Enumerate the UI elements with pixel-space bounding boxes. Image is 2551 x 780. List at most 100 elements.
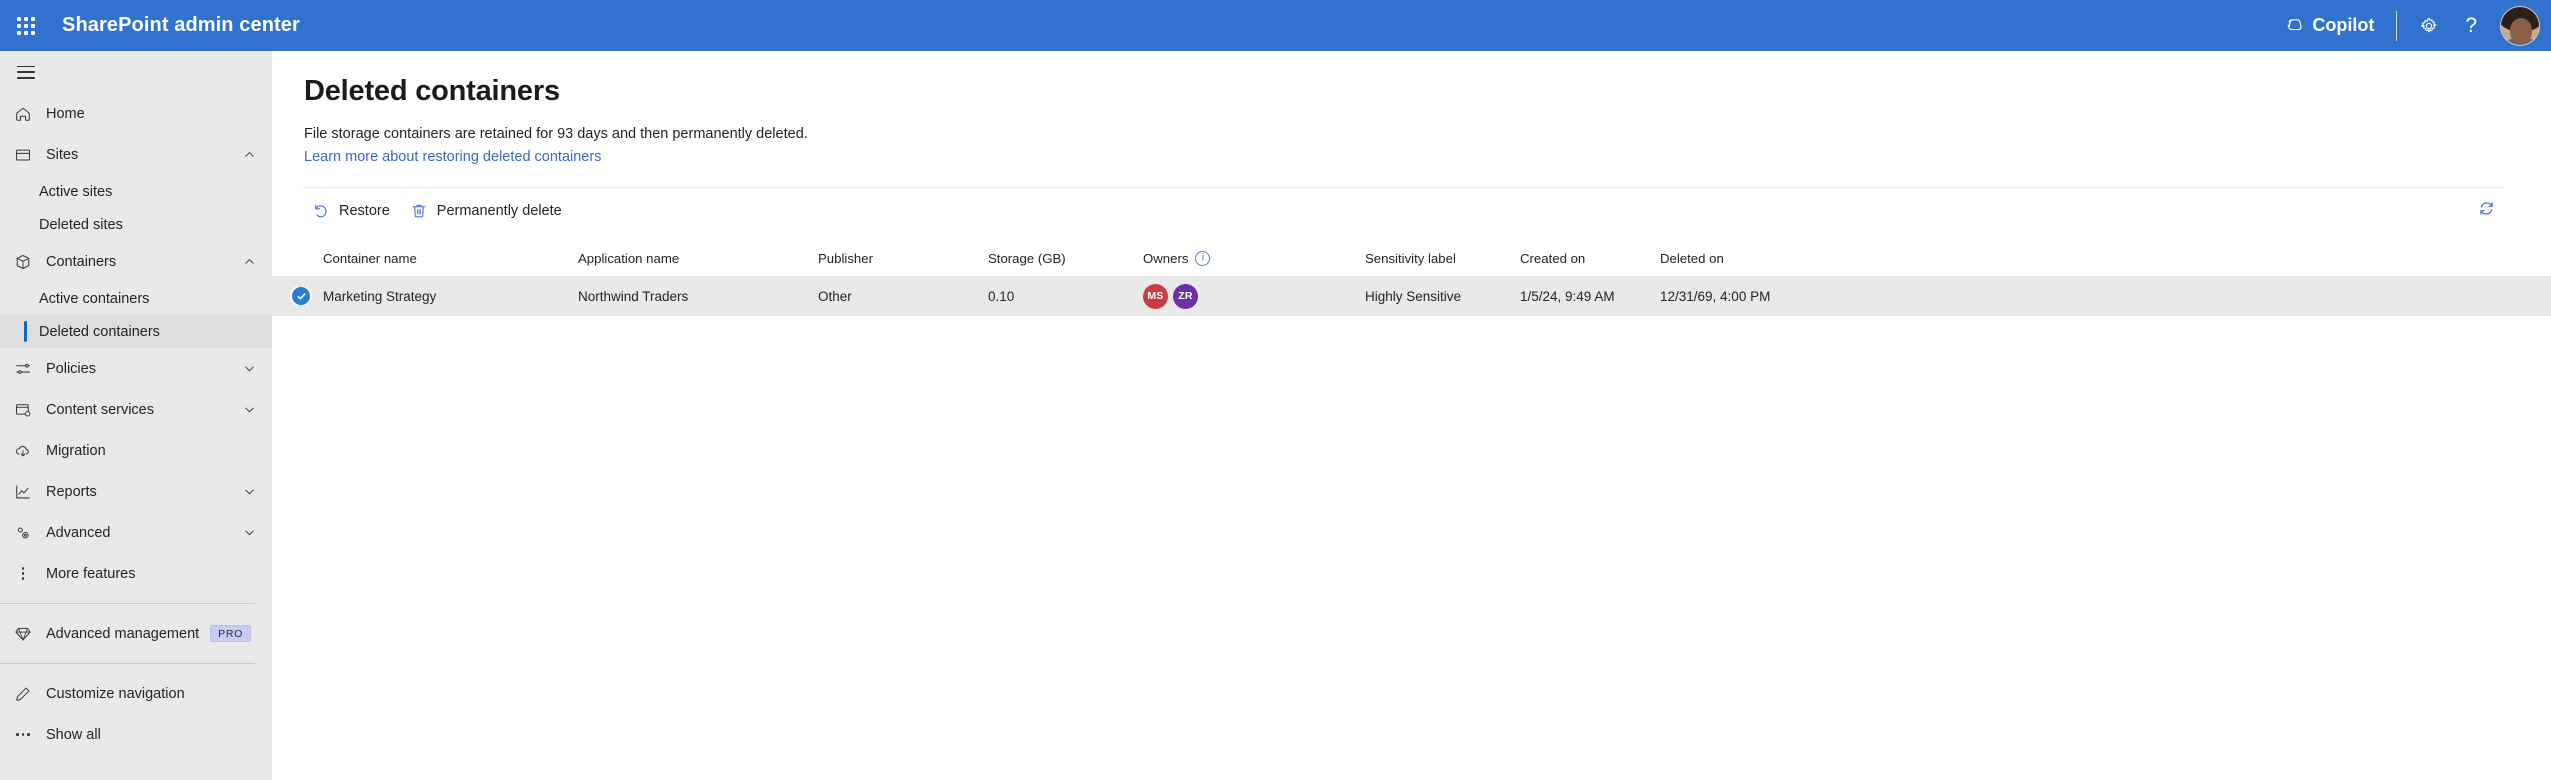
sidebar-item-policies[interactable]: Policies: [0, 348, 272, 389]
column-header-created-on[interactable]: Created on: [1520, 251, 1660, 266]
column-header-owners[interactable]: Owners i: [1143, 251, 1365, 267]
column-header-publisher[interactable]: Publisher: [818, 251, 988, 266]
column-header-container-name[interactable]: Container name: [323, 251, 578, 266]
owner-avatar[interactable]: ZR: [1173, 283, 1198, 309]
sidebar-item-label: Advanced management: [46, 625, 200, 642]
sidebar-item-label: More features: [46, 565, 136, 582]
learn-more-link[interactable]: Learn more about restoring deleted conta…: [304, 147, 601, 168]
sidebar-item-label: Reports: [46, 483, 97, 500]
reports-chart-icon: [0, 483, 46, 501]
nav-divider-bottom: [0, 663, 255, 664]
settings-button[interactable]: [2406, 0, 2452, 51]
header-actions: Copilot ?: [2272, 0, 2551, 51]
advanced-gears-icon: [0, 524, 46, 542]
sidebar-item-label: Policies: [46, 360, 96, 377]
permanently-delete-button[interactable]: Permanently delete: [400, 192, 572, 230]
sidebar-item-label: Content services: [46, 401, 154, 418]
column-header-storage[interactable]: Storage (GB): [988, 251, 1143, 266]
chevron-down-icon[interactable]: [243, 485, 256, 498]
sidebar-item-advanced-management[interactable]: Advanced management PRO: [0, 613, 272, 654]
question-mark-icon: ?: [2465, 14, 2477, 37]
trash-can-icon: [410, 202, 428, 220]
row-checkbox[interactable]: [286, 287, 323, 306]
cell-created-on: 1/5/24, 9:49 AM: [1520, 288, 1615, 304]
sidebar-item-home[interactable]: Home: [0, 93, 272, 134]
copilot-button[interactable]: Copilot: [2272, 0, 2387, 51]
chevron-up-icon[interactable]: [243, 148, 256, 161]
policies-sliders-icon: [0, 360, 46, 378]
containers-table: Container name Application name Publishe…: [272, 242, 2551, 317]
sidebar-item-content-services[interactable]: Content services: [0, 389, 272, 430]
sidebar-item-deleted-containers[interactable]: Deleted containers: [0, 315, 272, 348]
command-bar-wrapper: Restore Permanently delete: [272, 187, 2551, 234]
sidebar-item-active-containers[interactable]: Active containers: [0, 282, 272, 315]
sidebar-item-label: Active sites: [39, 183, 113, 200]
app-title[interactable]: SharePoint admin center: [62, 14, 300, 37]
permanently-delete-label: Permanently delete: [436, 203, 562, 220]
content-services-icon: [0, 401, 46, 419]
more-horizontal-dots-icon: [0, 733, 46, 736]
restore-label: Restore: [339, 203, 390, 220]
column-header-deleted-on[interactable]: Deleted on: [1660, 251, 1890, 266]
sidebar-item-deleted-sites[interactable]: Deleted sites: [0, 208, 272, 241]
sidebar-item-active-sites[interactable]: Active sites: [0, 175, 272, 208]
user-avatar[interactable]: [2500, 5, 2540, 46]
table-row[interactable]: Marketing Strategy Northwind Traders Oth…: [272, 276, 2551, 317]
sidebar-item-customize-navigation[interactable]: Customize navigation: [0, 673, 272, 714]
sidebar-item-label: Advanced: [46, 524, 111, 541]
sidebar-item-label: Active containers: [39, 290, 150, 307]
containers-box-icon: [0, 253, 46, 271]
chevron-up-icon[interactable]: [243, 255, 256, 268]
sidebar-item-more-features[interactable]: More features: [0, 553, 272, 594]
sidebar-item-advanced[interactable]: Advanced: [0, 512, 272, 553]
page-header: Deleted containers File storage containe…: [272, 51, 2551, 168]
sidebar-item-label: Containers: [46, 253, 117, 270]
copilot-icon: [2285, 16, 2304, 35]
owners-persona-group: MS ZR: [1143, 283, 1198, 309]
info-circle-icon[interactable]: i: [1195, 251, 1211, 267]
column-header-sensitivity-label[interactable]: Sensitivity label: [1365, 251, 1520, 266]
cell-owners: MS ZR: [1143, 283, 1365, 309]
sidebar-item-label: Deleted sites: [39, 216, 123, 233]
chevron-down-icon[interactable]: [243, 526, 256, 539]
cell-container-name[interactable]: Marketing Strategy: [323, 289, 578, 304]
column-header-application-name[interactable]: Application name: [578, 251, 818, 266]
home-icon: [0, 105, 46, 123]
nav-divider-top: [0, 603, 255, 604]
column-header-owners-label: Owners: [1143, 251, 1189, 267]
more-vertical-dots-icon: [0, 567, 46, 580]
sidebar-item-migration[interactable]: Migration: [0, 430, 272, 471]
sidebar-item-show-all[interactable]: Show all: [0, 714, 272, 755]
suite-header: SharePoint admin center Copilot ?: [0, 0, 2551, 51]
sidebar-item-containers[interactable]: Containers: [0, 241, 272, 282]
cell-storage: 0.10: [988, 288, 1015, 304]
sites-icon: [0, 146, 46, 164]
pencil-edit-icon: [0, 685, 46, 703]
refresh-button[interactable]: [2467, 192, 2505, 230]
table-header-row: Container name Application name Publishe…: [272, 242, 2551, 277]
restore-button[interactable]: Restore: [302, 192, 400, 230]
chevron-down-icon[interactable]: [243, 403, 256, 416]
hamburger-menu-icon: [17, 65, 35, 79]
command-bar: Restore Permanently delete: [272, 188, 2527, 234]
sidebar-item-sites[interactable]: Sites: [0, 134, 272, 175]
app-launcher-icon[interactable]: [0, 0, 51, 51]
owner-avatar[interactable]: MS: [1143, 283, 1168, 309]
header-divider: [2396, 10, 2398, 41]
page-description: File storage containers are retained for…: [304, 126, 808, 142]
nav-collapse-button[interactable]: [0, 51, 272, 93]
sidebar-item-label: Home: [46, 105, 85, 122]
avatar-face: [2510, 17, 2532, 43]
sidebar-item-label: Migration: [46, 442, 106, 459]
chevron-down-icon[interactable]: [243, 362, 256, 375]
pro-badge: PRO: [210, 624, 252, 643]
left-navigation: Home Sites Active sites Deleted sites Co…: [0, 51, 272, 780]
sidebar-item-reports[interactable]: Reports: [0, 471, 272, 512]
checkmark-circle-icon: [292, 287, 310, 306]
diamond-icon: [0, 625, 46, 643]
page-title: Deleted containers: [304, 75, 560, 107]
cell-publisher: Other: [818, 288, 852, 304]
help-button[interactable]: ?: [2452, 0, 2490, 51]
cell-sensitivity-label: Highly Sensitive: [1365, 288, 1462, 304]
refresh-icon: [2477, 199, 2496, 223]
